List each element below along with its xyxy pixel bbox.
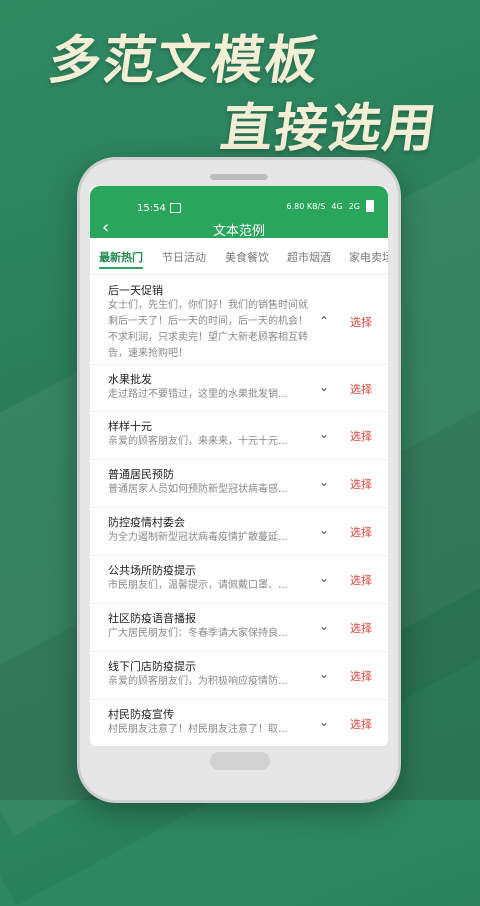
headline-line2: 直接选用 xyxy=(217,99,442,159)
chevron-down-icon[interactable]: ⌄ xyxy=(319,427,331,441)
headline-line1: 多范文模板 xyxy=(45,31,324,91)
list-item[interactable]: 后一天促销 女士们，先生们，你们好！我们的销售时间就剩后一天了！后一天的时间，后… xyxy=(90,276,388,365)
item-title: 社区防疫语音播报 xyxy=(108,612,196,625)
item-title: 防控疫情村委会 xyxy=(108,516,185,529)
select-button[interactable]: 选择 xyxy=(350,381,372,397)
tab-food-dining[interactable]: 美食餐饮 xyxy=(225,249,269,265)
item-description: 广大居民朋友们：冬春季请大家保持良… xyxy=(108,628,288,639)
select-button[interactable]: 选择 xyxy=(350,620,372,636)
item-description: 亲爱的顾客朋友们，来来来，十元十元… xyxy=(108,436,288,447)
item-description: 市民朋友们，温馨提示，请佩戴口罩、… xyxy=(108,580,288,591)
home-button[interactable] xyxy=(210,752,270,770)
list-item[interactable]: 样样十元 亲爱的顾客朋友们，来来来，十元十元… ⌄ 选择 xyxy=(90,412,388,460)
category-tabs: 最新热门 节日活动 美食餐饮 超市烟酒 家电卖场 xyxy=(90,238,388,275)
status-indicators: 6.80 KB/S 4G 2G xyxy=(287,200,374,212)
select-button[interactable]: 选择 xyxy=(350,524,372,540)
list-item[interactable]: 防控疫情村委会 为全力遏制新型冠状病毒疫情扩散蔓延… ⌄ 选择 xyxy=(90,508,388,556)
template-list: 后一天促销 女士们，先生们，你们好！我们的销售时间就剩后一天了！后一天的时间，后… xyxy=(90,276,388,746)
tab-supermarket[interactable]: 超市烟酒 xyxy=(287,249,331,265)
list-item[interactable]: 水果批发 走过路过不要错过，这里的水果批发销… ⌄ 选择 xyxy=(90,365,388,412)
select-button[interactable]: 选择 xyxy=(350,476,372,492)
item-description: 亲爱的顾客朋友们，为积极响应疫情防… xyxy=(108,676,288,687)
list-item[interactable]: 线下门店防疫提示 亲爱的顾客朋友们，为积极响应疫情防… ⌄ 选择 xyxy=(90,652,388,700)
active-tab-indicator xyxy=(99,267,143,269)
item-title: 后一天促销 xyxy=(108,284,163,297)
network-speed: 6.80 KB/S xyxy=(286,201,326,211)
item-description: 女士们，先生们，你们好！我们的销售时间就剩后一天了！后一天的时间，后一天的机会！… xyxy=(108,300,308,359)
signal-4g: 4G xyxy=(331,201,343,211)
list-item[interactable]: 村民防疫宣传 村民朋友注意了！村民朋友注意了！取… ⌄ 选择 xyxy=(90,700,388,746)
item-description: 走过路过不要错过，这里的水果批发销… xyxy=(108,389,288,400)
tab-appliance-store[interactable]: 家电卖场 xyxy=(349,249,388,265)
battery-icon xyxy=(366,200,374,212)
chevron-down-icon[interactable]: ⌄ xyxy=(319,715,331,729)
signal-2g: 2G xyxy=(348,201,360,211)
phone-speaker xyxy=(210,174,268,180)
image-notification-icon xyxy=(170,203,181,213)
item-title: 公共场所防疫提示 xyxy=(108,564,196,577)
chevron-down-icon[interactable]: ⌄ xyxy=(319,667,331,681)
list-item[interactable]: 社区防疫语音播报 广大居民朋友们：冬春季请大家保持良… ⌄ 选择 xyxy=(90,604,388,652)
page-title: 文本范例 xyxy=(212,224,265,239)
chevron-up-icon[interactable]: ⌃ xyxy=(319,314,331,328)
select-button[interactable]: 选择 xyxy=(350,572,372,588)
item-description: 普通居家人员如何预防新型冠状病毒感… xyxy=(108,484,288,495)
list-item[interactable]: 普通居民预防 普通居家人员如何预防新型冠状病毒感… ⌄ 选择 xyxy=(90,460,388,508)
app-bar: 15:54 6.80 KB/S 4G 2G ‹ 文本范例 xyxy=(90,186,388,239)
phone-frame: 15:54 6.80 KB/S 4G 2G ‹ 文本范例 最新热门 节日活动 美… xyxy=(80,160,398,800)
select-button[interactable]: 选择 xyxy=(350,428,372,444)
tab-latest-hot[interactable]: 最新热门 xyxy=(99,249,143,265)
item-title: 水果批发 xyxy=(108,373,152,386)
select-button[interactable]: 选择 xyxy=(350,668,372,684)
list-item[interactable]: 公共场所防疫提示 市民朋友们，温馨提示，请佩戴口罩、… ⌄ 选择 xyxy=(90,556,388,604)
select-button[interactable]: 选择 xyxy=(350,716,372,732)
item-description: 为全力遏制新型冠状病毒疫情扩散蔓延… xyxy=(108,532,288,543)
select-button[interactable]: 选择 xyxy=(350,314,372,330)
chevron-down-icon[interactable]: ⌄ xyxy=(319,380,331,394)
item-title: 普通居民预防 xyxy=(108,468,174,481)
item-description: 村民朋友注意了！村民朋友注意了！取… xyxy=(108,724,288,735)
chevron-down-icon[interactable]: ⌄ xyxy=(319,523,331,537)
chevron-down-icon[interactable]: ⌄ xyxy=(319,571,331,585)
status-time: 15:54 xyxy=(137,203,166,214)
item-title: 线下门店防疫提示 xyxy=(108,660,196,673)
chevron-down-icon[interactable]: ⌄ xyxy=(319,619,331,633)
item-title: 村民防疫宣传 xyxy=(108,708,174,721)
item-title: 样样十元 xyxy=(108,420,152,433)
chevron-down-icon[interactable]: ⌄ xyxy=(319,475,331,489)
phone-screen: 15:54 6.80 KB/S 4G 2G ‹ 文本范例 最新热门 节日活动 美… xyxy=(90,186,388,746)
tab-festival-events[interactable]: 节日活动 xyxy=(162,249,206,265)
